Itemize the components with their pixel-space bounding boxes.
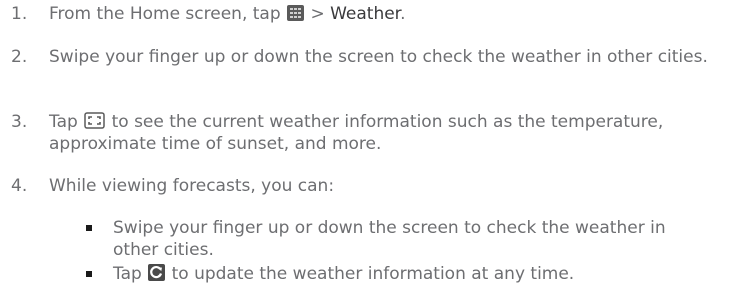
step-text: Swipe your finger up or down the screen … [49,47,708,67]
step-number: 3. [11,112,28,132]
bullet-marker [86,271,92,277]
step-text-lead: Tap [49,112,78,132]
all-apps-grid-icon [287,5,305,21]
step-text: Tap to see the current weather informati… [49,111,733,155]
step-text: From the Home screen, tap > Weather. [49,3,733,25]
step-number: 4. [11,176,28,196]
menu-separator: > [310,4,325,24]
substep-text-rest: to update the weather information at any… [171,264,575,284]
expand-frame-icon [84,112,105,129]
bullet-marker [86,225,92,231]
sentence-end: . [400,4,406,24]
refresh-icon [148,264,166,281]
step-text-rest: to see the current weather information s… [49,112,664,154]
substep-text: Tap to update the weather information at… [113,263,707,285]
step-number: 1. [11,4,28,24]
weather-instructions-page: { "steps": [ { "number": "1.", "before_i… [0,0,737,293]
weather-app-name: Weather [330,4,401,24]
step-number: 2. [11,47,28,67]
substep-text: Swipe your finger up or down the screen … [113,218,666,260]
step-text-lead: From the Home screen, tap [49,4,281,24]
substep-text-lead: Tap [113,264,142,284]
step-text: While viewing forecasts, you can: [49,176,335,196]
